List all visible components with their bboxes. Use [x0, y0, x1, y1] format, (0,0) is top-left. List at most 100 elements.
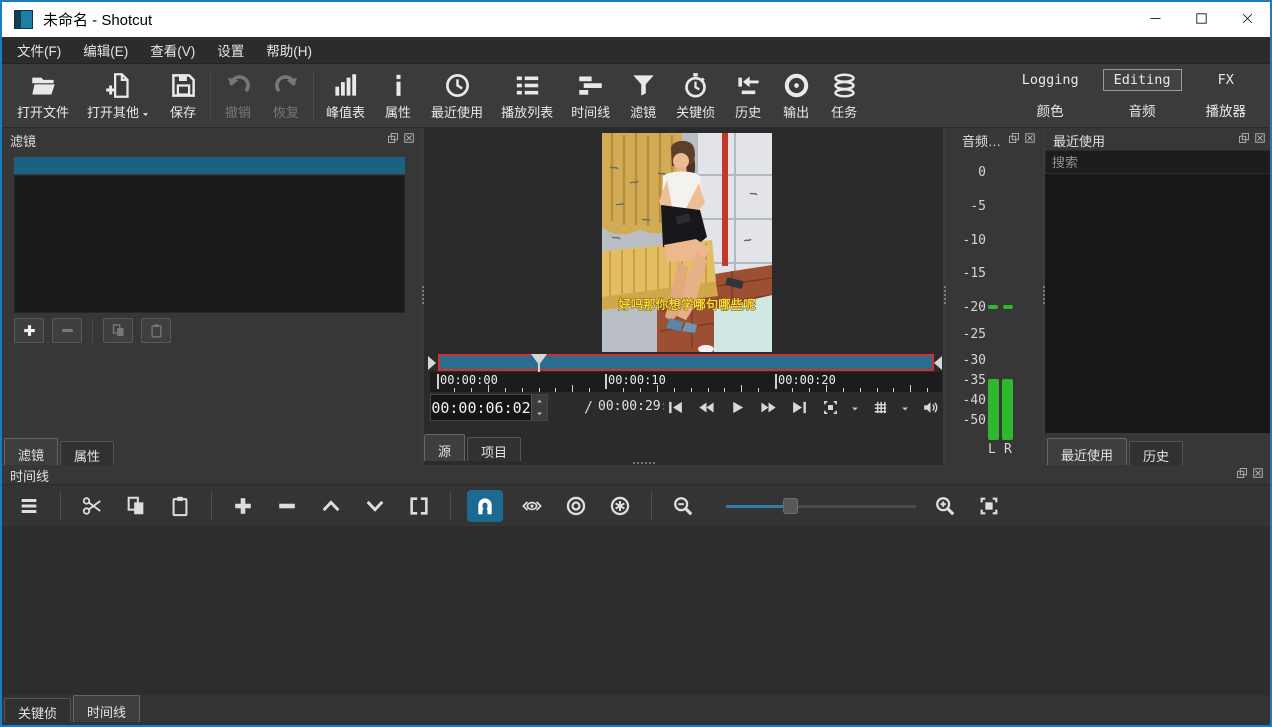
filters-action-separator [92, 319, 93, 343]
time-ruler[interactable]: 00:00:0000:00:1000:00:20 [430, 372, 942, 392]
layout-logging[interactable]: Logging [1012, 70, 1089, 90]
layout-switcher: Logging Editing FX 颜色 音频 播放器 [1012, 69, 1256, 122]
chevron-down-icon[interactable] [900, 402, 910, 412]
toolbar-timeline-label: 时间线 [571, 102, 610, 121]
meter-scale-value: -40 [946, 393, 986, 408]
window-maximize-button[interactable] [1178, 2, 1224, 37]
splitter-player-timeline[interactable] [632, 462, 656, 464]
ripple-button[interactable] [561, 491, 591, 521]
timeline-tab-关键侦[interactable]: 关键侦 [4, 698, 71, 722]
layout-audio[interactable]: 音频 [1119, 98, 1166, 122]
position-field[interactable]: 00:00:06:02 [430, 394, 548, 421]
toolbar-playlist-button[interactable]: 播放列表 [492, 68, 562, 124]
rewind-button[interactable] [695, 396, 717, 418]
fast-forward-button[interactable] [757, 396, 779, 418]
zoom-slider-handle[interactable] [783, 498, 798, 514]
zoom-timeline-fit-button[interactable] [974, 491, 1004, 521]
filters-list[interactable] [14, 175, 405, 313]
zoom-timeline-out-button[interactable] [668, 491, 698, 521]
toolbar-filters-button[interactable]: 滤镜 [619, 68, 667, 124]
float-icon[interactable] [1236, 467, 1248, 479]
zoom-fit-player-button[interactable] [819, 396, 841, 418]
filter-selected-row[interactable] [14, 157, 405, 174]
layout-player[interactable]: 播放器 [1196, 98, 1257, 122]
toolbar-open-file-button[interactable]: 打开文件 [8, 68, 78, 124]
player-tab-项目[interactable]: 项目 [467, 437, 521, 461]
toolbar-open-other-button[interactable]: 打开其他 [78, 68, 159, 124]
close-icon[interactable] [1254, 132, 1266, 144]
close-icon[interactable] [403, 132, 415, 144]
toolbar-export-button[interactable]: 输出 [772, 68, 820, 124]
toolbar-recent-button[interactable]: 最近使用 [422, 68, 492, 124]
skip-to-start-button[interactable] [664, 396, 686, 418]
video-preview[interactable]: 好吗那你想学哪句哪些呢 [602, 133, 772, 352]
snap-button[interactable] [467, 490, 503, 522]
volume-button[interactable] [919, 396, 941, 418]
meter-peak-L [988, 305, 998, 309]
chevron-down-icon[interactable] [850, 402, 860, 412]
timeline-tab-时间线[interactable]: 时间线 [73, 695, 140, 722]
search-input[interactable] [1045, 150, 1272, 174]
spin-up-icon[interactable] [532, 395, 547, 408]
ripple-delete-button[interactable] [272, 491, 302, 521]
float-icon[interactable] [387, 132, 399, 144]
scrub-bar[interactable] [438, 354, 934, 371]
toolbar-history-button[interactable]: 历史 [724, 68, 772, 124]
toolbar-save-button[interactable]: 保存 [159, 68, 207, 124]
timeline-toolbar-separator [211, 492, 212, 520]
lift-button[interactable] [316, 491, 346, 521]
spin-down-icon[interactable] [532, 408, 547, 421]
window-close-button[interactable] [1224, 2, 1270, 37]
menu-item-查看(V)[interactable]: 查看(V) [139, 36, 206, 64]
menu-item-帮助(H)[interactable]: 帮助(H) [255, 36, 323, 64]
toolbar-jobs-button[interactable]: 任务 [820, 68, 868, 124]
layout-color[interactable]: 颜色 [1027, 98, 1074, 122]
timeline-tracks-area[interactable] [2, 526, 1270, 695]
toolbar-open-file-label: 打开文件 [17, 102, 69, 121]
close-icon[interactable] [1252, 467, 1264, 479]
recent-tab-历史[interactable]: 历史 [1129, 441, 1183, 465]
zoom-timeline-in-button[interactable] [930, 491, 960, 521]
maximize-icon [1194, 11, 1209, 29]
timeline-menu-button[interactable] [14, 491, 44, 521]
filters-tab-属性[interactable]: 属性 [60, 441, 114, 465]
scrub-while-dragging-button[interactable] [517, 491, 547, 521]
in-point-marker[interactable] [428, 356, 436, 370]
recent-list[interactable] [1045, 174, 1272, 433]
menu-item-设置[interactable]: 设置 [206, 36, 255, 64]
add-filter-button[interactable] [14, 318, 44, 343]
menu-item-文件(F)[interactable]: 文件(F) [6, 36, 72, 64]
toolbar-properties-button[interactable]: 属性 [374, 68, 422, 124]
menu-item-编辑(E)[interactable]: 编辑(E) [72, 36, 139, 64]
skip-to-end-button[interactable] [788, 396, 810, 418]
out-point-marker[interactable] [934, 356, 942, 370]
paste-filters-button [141, 318, 171, 343]
close-icon[interactable] [1024, 132, 1036, 144]
app-icon [14, 10, 33, 29]
split-button[interactable] [404, 491, 434, 521]
float-icon[interactable] [1238, 132, 1250, 144]
position-spinner[interactable] [531, 395, 547, 420]
copy-button[interactable] [121, 491, 151, 521]
play-button[interactable] [726, 396, 748, 418]
player-tab-源[interactable]: 源 [424, 434, 465, 461]
toolbar-keyframes-button[interactable]: 关键侦 [667, 68, 724, 124]
ruler-minor-tick [826, 385, 827, 392]
window-minimize-button[interactable] [1132, 2, 1178, 37]
layout-fx[interactable]: FX [1208, 70, 1244, 90]
float-icon[interactable] [1008, 132, 1020, 144]
cut-button[interactable] [77, 491, 107, 521]
grid-button[interactable] [869, 396, 891, 418]
paste-button[interactable] [165, 491, 195, 521]
recent-tab-最近使用[interactable]: 最近使用 [1047, 438, 1127, 465]
overwrite-button[interactable] [360, 491, 390, 521]
toolbar-peak-meter-button[interactable]: 峰值表 [317, 68, 374, 124]
ripple-all-tracks-button[interactable] [605, 491, 635, 521]
layout-editing[interactable]: Editing [1103, 69, 1182, 91]
position-value[interactable]: 00:00:06:02 [431, 395, 531, 420]
meter-scale-value: -50 [946, 413, 986, 428]
append-button[interactable] [228, 491, 258, 521]
filters-tab-滤镜[interactable]: 滤镜 [4, 438, 58, 465]
zoom-slider[interactable] [726, 497, 916, 515]
toolbar-timeline-button[interactable]: 时间线 [562, 68, 619, 124]
